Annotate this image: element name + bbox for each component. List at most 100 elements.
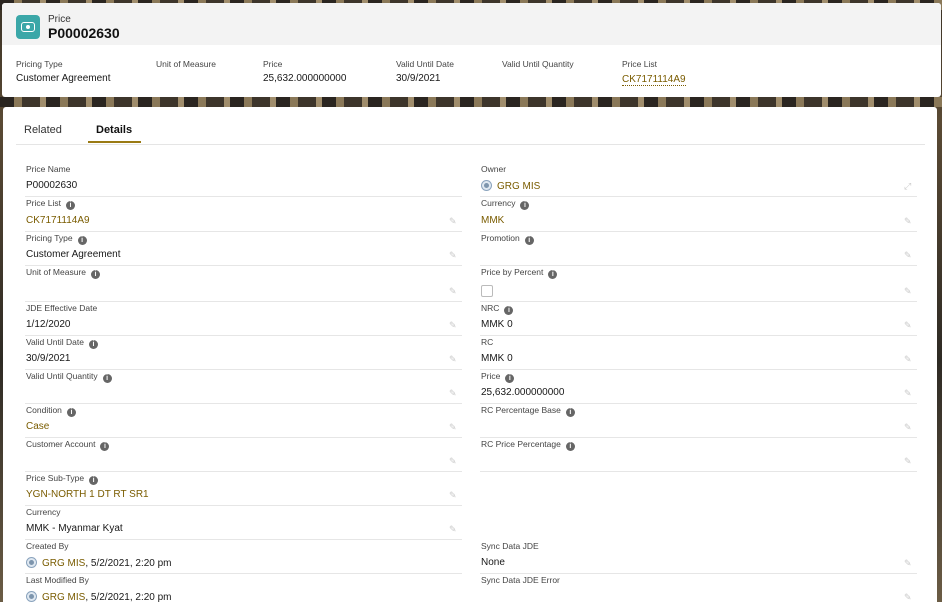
field-sync-data-jde-error: Sync Data JDE Error ✎ <box>480 573 917 602</box>
field-value: Customer Agreement <box>26 249 121 260</box>
info-icon[interactable]: i <box>91 270 100 279</box>
field-label: Price List i <box>26 198 75 210</box>
field-value: YGN-NORTH 1 DT RT SR1 <box>26 489 149 500</box>
record-header: Price P00002630 Pricing Type Customer Ag… <box>2 3 941 97</box>
info-icon[interactable]: i <box>88 340 98 349</box>
tab-details[interactable]: Details <box>96 124 132 136</box>
field-value-link[interactable]: CK7171114A9 <box>26 215 90 226</box>
field-value-text: None <box>481 557 505 568</box>
info-icon[interactable]: i <box>89 476 99 485</box>
edit-pencil-icon[interactable]: ✎ <box>904 559 913 568</box>
field-value: MMK 0 <box>481 353 513 364</box>
field-value: Case <box>26 421 49 432</box>
edit-pencil-icon[interactable]: ✎ <box>904 457 913 466</box>
edit-pencil-icon[interactable]: ✎ <box>904 423 913 432</box>
edit-pencil-icon[interactable]: ✎ <box>904 593 913 602</box>
edit-pencil-icon[interactable]: ✎ <box>449 491 458 500</box>
info-icon[interactable]: i <box>565 442 575 451</box>
eye-icon <box>21 22 35 32</box>
field-label: Condition i <box>26 405 76 417</box>
field-value: 1/12/2020 <box>26 319 71 330</box>
highlight-label: Price <box>263 59 283 69</box>
info-icon[interactable]: i <box>77 236 87 245</box>
field-value: MMK - Myanmar Kyat <box>26 523 123 534</box>
edit-pencil-icon[interactable]: ✎ <box>904 287 913 296</box>
field-rc-price-percentage: RC Price Percentage i ✎ <box>480 437 917 472</box>
field-nrc: NRC i MMK 0 ✎ <box>480 301 917 336</box>
edit-pencil-icon[interactable]: ✎ <box>449 251 458 260</box>
edit-pencil-icon[interactable]: ✎ <box>449 217 458 226</box>
field-currency: Currency MMK - Myanmar Kyat ✎ <box>25 505 462 540</box>
field-last-modified-by: Last Modified By GRG MIS, 5/2/2021, 2:20 … <box>25 573 462 602</box>
info-icon[interactable]: i <box>100 442 110 451</box>
field-label-text: Last Modified By <box>26 575 89 585</box>
field-label-text: Promotion <box>481 233 520 243</box>
field-condition: Condition i Case ✎ <box>25 403 462 438</box>
info-icon[interactable]: i <box>505 374 515 383</box>
background-strip-middle <box>0 97 942 107</box>
edit-pencil-icon[interactable]: ✎ <box>449 321 458 330</box>
field-value: GRG MIS, 5/2/2021, 2:20 pm <box>26 557 172 569</box>
change-owner-icon[interactable]: ⤢ <box>904 182 913 191</box>
field-price-sub-type: Price Sub-Type i YGN-NORTH 1 DT RT SR1 ✎ <box>25 471 462 506</box>
field-value-link[interactable]: GRG MIS <box>42 592 85 602</box>
field-rc-percentage-base: RC Percentage Base i ✎ <box>480 403 917 438</box>
field-label-text: Pricing Type <box>26 233 73 243</box>
highlight-valid-until-quantity: Valid Until Quantity <box>502 59 574 73</box>
field-label-text: Customer Account <box>26 439 96 449</box>
field-label-text: Price by Percent <box>481 267 544 277</box>
field-value-link[interactable]: Case <box>26 421 49 432</box>
edit-pencil-icon[interactable]: ✎ <box>904 217 913 226</box>
field-owner: Owner GRG MIS ⤢ <box>480 162 917 197</box>
info-icon[interactable]: i <box>524 236 534 245</box>
field-value-link[interactable]: MMK <box>481 215 504 226</box>
edit-pencil-icon[interactable]: ✎ <box>449 457 458 466</box>
field-label: Unit of Measure i <box>26 267 100 279</box>
field-price: Price i 25,632.000000000 ✎ <box>480 369 917 404</box>
field-value: 25,632.000000000 <box>481 387 564 398</box>
field-label-text: Sync Data JDE Error <box>481 575 560 585</box>
field-pricing-type: Pricing Type i Customer Agreement ✎ <box>25 231 462 266</box>
edit-pencil-icon[interactable]: ✎ <box>904 251 913 260</box>
field-label: Price by Percent i <box>481 267 558 279</box>
edit-pencil-icon[interactable]: ✎ <box>449 389 458 398</box>
field-sync-data-jde: Sync Data JDE None ✎ <box>480 539 917 574</box>
field-label: RC <box>481 337 493 347</box>
price-by-percent-checkbox[interactable] <box>481 285 493 297</box>
info-icon[interactable]: i <box>66 408 76 417</box>
field-label: Last Modified By <box>26 575 89 585</box>
field-value-text: P00002630 <box>26 180 78 191</box>
field-value-link[interactable]: GRG MIS <box>42 558 85 569</box>
info-icon[interactable]: i <box>565 408 575 417</box>
field-label-text: Valid Until Quantity <box>26 371 98 381</box>
field-label-text: Currency <box>481 198 516 208</box>
highlight-valid-until-date: Valid Until Date 30/9/2021 <box>396 59 454 84</box>
edit-pencil-icon[interactable]: ✎ <box>449 525 458 534</box>
field-valid-until-quantity: Valid Until Quantity i ✎ <box>25 369 462 404</box>
field-price-list: Price List i CK7171114A9 ✎ <box>25 196 462 232</box>
edit-pencil-icon[interactable]: ✎ <box>904 389 913 398</box>
edit-pencil-icon[interactable]: ✎ <box>904 355 913 364</box>
info-icon[interactable]: i <box>65 201 75 210</box>
edit-pencil-icon[interactable]: ✎ <box>449 355 458 364</box>
info-icon[interactable]: i <box>102 374 112 383</box>
field-label: Pricing Type i <box>26 233 87 245</box>
field-currency: Currency i MMK ✎ <box>480 196 917 232</box>
field-value-link[interactable]: GRG MIS <box>497 181 540 192</box>
tab-related[interactable]: Related <box>24 124 62 136</box>
field-value-text: 30/9/2021 <box>26 353 71 364</box>
field-label: NRC i <box>481 303 514 315</box>
field-value-text: MMK 0 <box>481 319 513 330</box>
edit-pencil-icon[interactable]: ✎ <box>449 287 458 296</box>
record-title-bar: Price P00002630 <box>2 3 941 45</box>
field-value-link[interactable]: YGN-NORTH 1 DT RT SR1 <box>26 489 149 500</box>
field-label: JDE Effective Date <box>26 303 97 313</box>
info-icon[interactable]: i <box>548 270 558 279</box>
edit-pencil-icon[interactable]: ✎ <box>904 321 913 330</box>
info-icon[interactable]: i <box>504 306 514 315</box>
info-icon[interactable]: i <box>520 201 530 210</box>
field-label-text: RC Percentage Base <box>481 405 561 415</box>
field-label-text: JDE Effective Date <box>26 303 98 313</box>
price-list-link[interactable]: CK7171114A9 <box>622 74 686 86</box>
edit-pencil-icon[interactable]: ✎ <box>449 423 458 432</box>
